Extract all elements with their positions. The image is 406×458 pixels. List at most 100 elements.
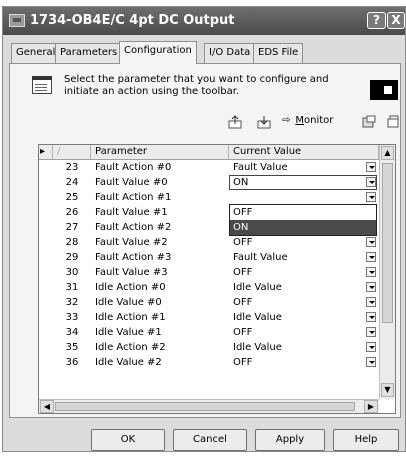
tab-general[interactable]: General — [11, 43, 61, 63]
close-button[interactable]: X — [387, 12, 405, 29]
table-row[interactable]: 36 Idle Value #2 OFF — [39, 355, 379, 370]
dialog-window: 1734-OB4E/C 4pt DC Output ? X General Pa… — [2, 6, 406, 452]
tab-parameters[interactable]: Parameters — [55, 43, 123, 63]
table-row[interactable]: 23 Fault Action #0 Fault Value — [39, 160, 379, 175]
download-icon[interactable] — [257, 115, 271, 129]
tab-io-data[interactable]: I/O Data — [204, 43, 256, 63]
row-number: 26 — [65, 207, 79, 218]
parameter-name: Fault Action #1 — [95, 192, 172, 203]
ok-button[interactable]: OK — [91, 429, 165, 451]
row-number: 27 — [65, 222, 79, 233]
horizontal-scroll-thumb[interactable] — [55, 402, 355, 411]
row-number: 24 — [65, 177, 79, 188]
monitor-mnemonic: M — [295, 115, 305, 126]
row-number: 29 — [65, 252, 79, 263]
dropdown-option-off[interactable]: OFF — [230, 205, 376, 220]
parameter-name: Fault Value #2 — [95, 237, 168, 248]
dropdown-arrow-icon[interactable] — [366, 237, 376, 247]
parameter-name: Fault Value #0 — [95, 177, 168, 188]
row-number: 33 — [65, 312, 79, 323]
horizontal-scrollbar[interactable]: ◀ ▶ — [39, 399, 379, 413]
tab-configuration[interactable]: Configuration — [119, 41, 197, 64]
vertical-scroll-thumb[interactable] — [382, 163, 393, 323]
parameter-name: Fault Value #3 — [95, 267, 168, 278]
dropdown-arrow-icon[interactable] — [366, 177, 376, 187]
current-value: OFF — [233, 327, 253, 338]
save-to-device-icon[interactable] — [362, 115, 376, 129]
monitor-label: onitor — [304, 115, 334, 126]
scroll-left-arrow-icon[interactable]: ◀ — [40, 400, 54, 413]
row-number: 32 — [65, 297, 79, 308]
tab-eds-file[interactable]: EDS File — [253, 43, 304, 63]
row-number: 30 — [65, 267, 79, 278]
instruction-text: Select the parameter that you want to co… — [64, 74, 329, 97]
apply-button[interactable]: Apply — [255, 429, 325, 451]
dropdown-arrow-icon[interactable] — [366, 297, 376, 307]
parameter-name: Idle Value #1 — [95, 327, 162, 338]
parameter-name: Fault Value #1 — [95, 207, 168, 218]
help-title-button[interactable]: ? — [367, 12, 386, 29]
current-value: OFF — [233, 237, 253, 248]
row-number: 25 — [65, 192, 79, 203]
title-bar[interactable]: 1734-OB4E/C 4pt DC Output ? X — [3, 7, 405, 35]
table-row[interactable]: 28 Fault Value #2 OFF — [39, 235, 379, 250]
grid-header: ▸ / Parameter Current Value — [39, 145, 379, 160]
row-number: 28 — [65, 237, 79, 248]
dropdown-arrow-icon[interactable] — [366, 162, 376, 172]
table-row[interactable]: 25 Fault Action #1 — [39, 190, 379, 205]
parameter-name: Idle Action #2 — [95, 342, 166, 353]
scroll-right-arrow-icon[interactable]: ▶ — [364, 400, 378, 413]
dropdown-option-on[interactable]: ON — [230, 220, 376, 235]
scroll-up-arrow-icon[interactable]: ▲ — [381, 146, 394, 160]
dropdown-arrow-icon[interactable] — [366, 252, 376, 262]
current-value: Idle Value — [233, 282, 282, 293]
dropdown-arrow-icon[interactable] — [366, 282, 376, 292]
parameter-name: Idle Action #0 — [95, 282, 166, 293]
parameter-name: Idle Action #1 — [95, 312, 166, 323]
dropdown-arrow-icon[interactable] — [366, 267, 376, 277]
current-value: Idle Value — [233, 312, 282, 323]
current-value: OFF — [233, 297, 253, 308]
table-row[interactable]: 33 Idle Action #1 Idle Value — [39, 310, 379, 325]
current-value: ON — [233, 177, 249, 188]
current-value-column-header[interactable]: Current Value — [229, 145, 379, 159]
table-row[interactable]: 30 Fault Value #3 OFF — [39, 265, 379, 280]
table-row[interactable]: 29 Fault Action #3 Fault Value — [39, 250, 379, 265]
parameter-name: Fault Action #2 — [95, 222, 172, 233]
monitor-arrow-icon: ⇨ — [282, 115, 291, 126]
parameter-column-header[interactable]: Parameter — [91, 145, 229, 159]
dropdown-arrow-icon[interactable] — [366, 357, 376, 367]
row-number: 34 — [65, 327, 79, 338]
parameter-name: Idle Value #0 — [95, 297, 162, 308]
value-dropdown-list[interactable]: OFF ON — [229, 204, 377, 236]
table-row[interactable]: 32 Idle Value #0 OFF — [39, 295, 379, 310]
upload-icon[interactable] — [228, 115, 242, 129]
vertical-scrollbar[interactable]: ▲ ▼ — [379, 145, 395, 399]
sort-column-header[interactable]: / — [53, 145, 91, 159]
dropdown-arrow-icon[interactable] — [366, 342, 376, 352]
scroll-down-arrow-icon[interactable]: ▼ — [381, 383, 394, 397]
parameter-name: Idle Value #2 — [95, 357, 162, 368]
current-value: OFF — [233, 357, 253, 368]
table-row[interactable]: 35 Idle Action #2 Idle Value — [39, 340, 379, 355]
parameter-name: Fault Action #0 — [95, 162, 172, 173]
dropdown-arrow-icon[interactable] — [366, 192, 376, 202]
monitor-button[interactable]: ⇨ Monitor — [282, 115, 333, 129]
table-row[interactable]: 24 Fault Value #0 ON — [39, 175, 379, 190]
app-icon — [9, 14, 25, 27]
dropdown-arrow-icon[interactable] — [366, 327, 376, 337]
parameter-name: Fault Action #3 — [95, 252, 172, 263]
table-row[interactable]: 31 Idle Action #0 Idle Value — [39, 280, 379, 295]
dropdown-arrow-icon[interactable] — [366, 312, 376, 322]
row-number: 36 — [65, 357, 79, 368]
cancel-button[interactable]: Cancel — [173, 429, 247, 451]
configuration-panel: Select the parameter that you want to co… — [9, 63, 401, 418]
row-number: 23 — [65, 162, 79, 173]
restore-defaults-icon[interactable] — [386, 115, 400, 129]
row-number: 35 — [65, 342, 79, 353]
window-title: 1734-OB4E/C 4pt DC Output — [30, 13, 235, 28]
current-value: Fault Value — [233, 162, 288, 173]
help-button[interactable]: Help — [333, 429, 399, 451]
table-row[interactable]: 34 Idle Value #1 OFF — [39, 325, 379, 340]
current-value — [233, 190, 363, 205]
